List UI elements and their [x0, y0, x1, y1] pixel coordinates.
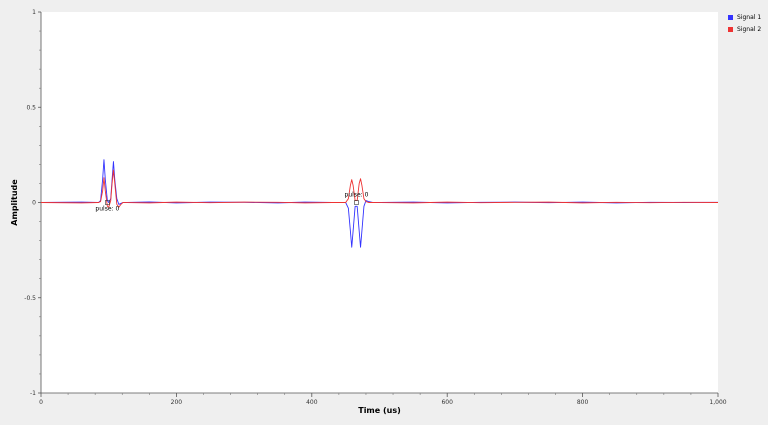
annotation-label-0: pulse: 0: [95, 206, 119, 213]
plot-window: 0 200 400 600 800 1,000 1 0.5 0 -0.5 -1 Time (us) Am…: [0, 0, 768, 425]
y-tick-label-0: 1: [32, 9, 36, 16]
x-tick-label-3: 600: [441, 399, 453, 406]
y-tick-label-2: 0: [32, 200, 36, 207]
x-tick-label-4: 800: [577, 399, 589, 406]
legend-item-signal-2[interactable]: Signal 2: [728, 23, 761, 35]
legend-label-signal-1: Signal 1: [737, 13, 762, 21]
y-tick-label-3: -0.5: [24, 295, 36, 302]
legend-item-signal-1[interactable]: Signal 1: [728, 11, 761, 23]
y-tick-label-1: 0.5: [26, 104, 36, 111]
legend-swatch-signal-1: [728, 14, 733, 20]
legend: Signal 1 Signal 2: [728, 11, 761, 35]
annotation-label-1: pulse: 0: [345, 192, 369, 199]
x-tick-label-1: 200: [171, 399, 183, 406]
x-tick-label-5: 1,000: [709, 399, 726, 406]
legend-label-signal-2: Signal 2: [737, 25, 762, 33]
legend-swatch-signal-2: [728, 26, 733, 32]
y-tick-label-4: -1: [30, 390, 36, 397]
x-tick-label-0: 0: [39, 399, 43, 406]
y-axis-label: Amplitude: [10, 179, 19, 226]
x-axis-label: Time (us): [358, 406, 401, 415]
x-tick-label-2: 400: [306, 399, 318, 406]
line-chart[interactable]: 0 200 400 600 800 1,000 1 0.5 0 -0.5 -1 Time (us) Am…: [0, 0, 768, 425]
